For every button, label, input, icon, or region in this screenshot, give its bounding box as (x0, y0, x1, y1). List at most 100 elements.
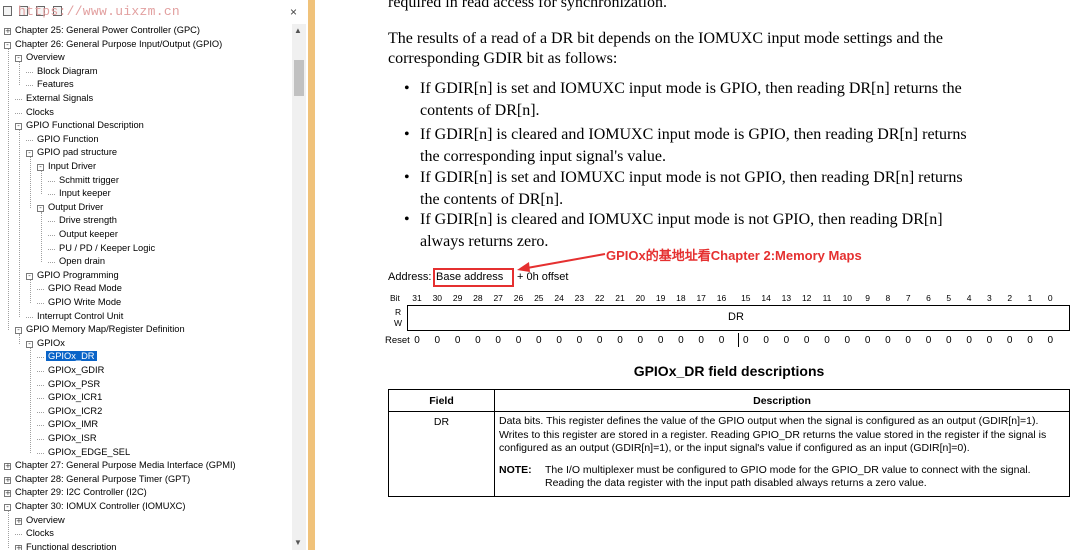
tree-item-label: GPIOx_IMR (48, 419, 99, 430)
expand-icon[interactable]: + (4, 476, 11, 484)
tree-item[interactable]: - Overview (15, 51, 67, 64)
tree-item[interactable]: - GPIO pad structure (26, 146, 119, 159)
doc-text-line: required in read access for synchronizat… (388, 0, 667, 11)
tree-item-label: Clocks (26, 106, 54, 117)
reset-value: 0 (657, 335, 664, 346)
tree-item[interactable]: + Chapter 27: General Purpose Media Inter… (4, 459, 238, 472)
tree-item[interactable]: - GPIO Programming (26, 269, 121, 282)
tree-item[interactable]: Block Diagram (26, 65, 99, 78)
bit-number: 14 (761, 293, 771, 303)
tree-item[interactable]: - GPIO Functional Description (15, 119, 146, 132)
tree-item-label: GPIOx_ICR2 (48, 405, 103, 416)
tree-item[interactable]: GPIO Read Mode (37, 282, 124, 295)
collapse-icon[interactable]: - (15, 55, 22, 63)
tree-item[interactable]: - GPIO Memory Map/Register Definition (15, 323, 187, 336)
vertical-scrollbar[interactable] (292, 24, 306, 550)
tree-item[interactable]: GPIOx_GDIR (37, 364, 106, 377)
expand-icon[interactable]: + (4, 490, 11, 498)
tree-item-label: PU / PD / Keeper Logic (59, 242, 156, 253)
tree-item[interactable]: Open drain (48, 255, 107, 268)
tree-item[interactable]: GPIOx_IMR (37, 418, 100, 431)
tree-item[interactable]: + Functional description (15, 541, 118, 550)
register-field-dr: DR (728, 311, 744, 323)
collapse-icon[interactable]: - (26, 340, 33, 348)
tree-item[interactable]: GPIO Write Mode (37, 296, 123, 309)
note-text: The I/O multiplexer must be configured t… (545, 463, 1031, 490)
bit-number: 9 (865, 293, 870, 303)
reset-value: 0 (434, 335, 441, 346)
pane-splitter[interactable] (308, 0, 315, 550)
tree-item[interactable]: - Output Driver (37, 201, 105, 214)
scroll-down-icon[interactable]: ▼ (294, 538, 302, 547)
expand-icon[interactable]: + (4, 463, 11, 471)
tree-item[interactable]: Clocks (15, 527, 56, 540)
tree-item[interactable]: - Chapter 30: IOMUX Controller (IOMUXC) (4, 500, 188, 513)
scrollbar-thumb[interactable] (294, 60, 304, 96)
tree-item[interactable]: PU / PD / Keeper Logic (48, 242, 157, 255)
tree-item[interactable]: Interrupt Control Unit (26, 310, 125, 323)
tree-item[interactable]: + Chapter 28: General Purpose Timer (GPT) (4, 473, 192, 486)
collapse-icon[interactable]: - (37, 204, 44, 212)
tree-item[interactable]: Drive strength (48, 214, 119, 227)
tree-item[interactable]: - Input Driver (37, 160, 98, 173)
collapse-icon[interactable]: - (4, 41, 11, 49)
tree-item[interactable]: Input keeper (48, 187, 113, 200)
expand-icon[interactable]: + (15, 544, 22, 550)
address-highlight-box (433, 268, 514, 287)
close-icon[interactable]: × (290, 5, 297, 19)
collapse-icon[interactable]: - (15, 327, 22, 335)
w-label: W (394, 318, 403, 328)
bullet-text-line: If GDIR[n] is set and IOMUXC input mode … (420, 80, 962, 97)
tree-item-label: Overview (26, 52, 65, 63)
tree-item[interactable]: - Chapter 26: General Purpose Input/Outpu… (4, 38, 224, 51)
tree-item[interactable]: Features (26, 78, 76, 91)
tree-item[interactable]: GPIOx_PSR (37, 378, 102, 391)
tree-item-label: GPIO Functional Description (26, 120, 144, 131)
tree-item[interactable]: Schmitt trigger (48, 174, 121, 187)
table-cell-description: Data bits. This register defines the val… (494, 411, 1070, 497)
tree-item-label: Output Driver (48, 201, 104, 212)
tree-item[interactable]: GPIO Function (26, 133, 101, 146)
collapse-icon[interactable]: - (4, 504, 11, 511)
tree-item[interactable]: Output keeper (48, 228, 120, 241)
bit-number: 28 (473, 293, 483, 303)
collapse-icon[interactable]: - (15, 123, 22, 131)
bullet-text-line: the contents of DR[n]. (420, 191, 564, 208)
tree-item[interactable]: + Overview (15, 514, 67, 527)
tree-item[interactable]: External Signals (15, 92, 95, 105)
doc-paragraph-line2: corresponding GDIR bit as follows: (388, 50, 618, 67)
collapse-icon[interactable]: - (26, 272, 33, 280)
reset-value: 0 (414, 335, 420, 346)
collapse-icon[interactable]: - (26, 150, 33, 158)
collapse-icon[interactable]: - (37, 164, 44, 171)
watermark: https://www.uixzm.cn (18, 4, 181, 19)
scroll-up-icon[interactable]: ▲ (294, 26, 302, 35)
tree-item-label: Features (37, 79, 74, 90)
bit-number: 25 (534, 293, 544, 303)
reset-value: 0 (824, 335, 830, 346)
expand-icon[interactable]: + (4, 28, 11, 35)
tree-item-label: Chapter 27: General Purpose Media Interf… (15, 460, 236, 471)
tree-item[interactable]: GPIOx_ICR1 (37, 391, 104, 404)
tree-item[interactable]: GPIOx_EDGE_SEL (37, 446, 132, 459)
expand-icon[interactable]: + (15, 517, 22, 525)
tree-item[interactable]: - GPIOx (26, 337, 67, 350)
expand-icon[interactable] (3, 6, 12, 16)
bit-number: 31 (412, 293, 422, 303)
tree-item[interactable]: + Chapter 25: General Power Controller (G… (4, 24, 202, 37)
bit-number: 21 (615, 293, 625, 303)
tree-item[interactable]: GPIOx_ISR (37, 432, 99, 445)
tree-item[interactable]: GPIOx_DR (37, 350, 97, 363)
tree-item-label: GPIO Function (37, 133, 99, 144)
tree-connector (8, 48, 9, 331)
bullet-text-line: always returns zero. (420, 233, 549, 250)
tree-item[interactable]: GPIOx_ICR2 (37, 405, 104, 418)
reset-value: 0 (454, 335, 461, 346)
tree-item[interactable]: Clocks (15, 106, 56, 119)
reset-value: 0 (698, 335, 704, 346)
table-title: GPIOx_DR field descriptions (633, 363, 825, 379)
tree-item-label: Input Driver (48, 161, 97, 171)
tree-item[interactable]: + Chapter 29: I2C Controller (I2C) (4, 486, 149, 499)
tree-item-label: External Signals (26, 93, 94, 103)
bit-number: 17 (696, 293, 706, 303)
